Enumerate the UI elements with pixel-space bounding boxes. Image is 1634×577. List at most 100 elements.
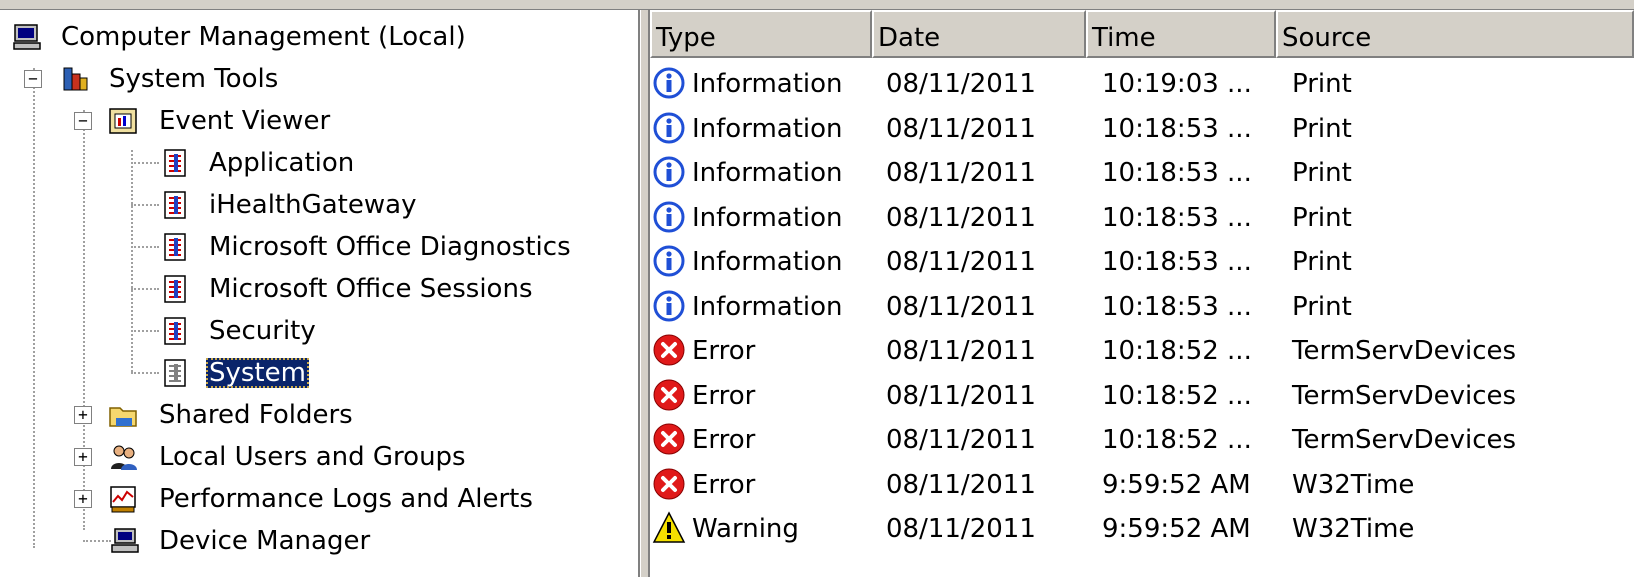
tree-item-office-diagnostics[interactable]: Microsoft Office Diagnostics (0, 226, 638, 268)
cell-source: Print (1292, 202, 1352, 233)
table-row[interactable]: Information 08/11/2011 10:18:53 ... Print (650, 196, 1634, 240)
event-log-icon (164, 275, 186, 303)
table-row[interactable]: Information 08/11/2011 10:18:53 ... Print (650, 285, 1634, 329)
cell-date: 08/11/2011 (886, 469, 1036, 500)
cell-date: 08/11/2011 (886, 425, 1036, 455)
tree-item-label: Application (209, 148, 355, 178)
event-log-icon (164, 233, 186, 261)
cell-source: Print (1292, 247, 1352, 277)
tree-item-performance-logs[interactable]: + Performance Logs and Alerts (0, 478, 638, 520)
column-header-source[interactable]: Source (1276, 10, 1634, 58)
tree-item-label: Device Manager (159, 526, 371, 556)
column-header-time[interactable]: Time (1086, 10, 1276, 58)
tree-item-label: Event Viewer (159, 106, 331, 136)
cell-type: Information (692, 202, 843, 233)
performance-icon (110, 486, 136, 513)
cell-type: Information (692, 158, 843, 188)
cell-time: 10:18:53 ... (1102, 291, 1252, 322)
tree-item-computer-management[interactable]: Computer Management (Local) (0, 16, 638, 58)
tree-item-application[interactable]: Application (0, 142, 638, 184)
tree-item-label: Microsoft Office Diagnostics (209, 232, 571, 262)
tree-item-label: Microsoft Office Sessions (209, 274, 533, 304)
cell-source: W32Time (1292, 469, 1415, 500)
event-log-icon (164, 359, 186, 387)
cell-date: 08/11/2011 (886, 113, 1036, 144)
collapse-toggle[interactable]: − (24, 70, 42, 88)
cell-time: 9:59:52 AM (1102, 469, 1251, 500)
column-header-date[interactable]: Date (872, 10, 1086, 58)
cell-time: 10:19:03 ... (1102, 69, 1252, 99)
tree-item-local-users-groups[interactable]: + Local Users and Groups (0, 436, 638, 478)
top-frame-strip (0, 0, 1634, 10)
cell-date: 08/11/2011 (886, 336, 1036, 366)
cell-source: Print (1292, 158, 1352, 188)
cell-source: W32Time (1292, 514, 1415, 544)
event-log-icon (164, 317, 186, 345)
table-row[interactable]: Information 08/11/2011 10:18:53 ... Print (650, 151, 1634, 195)
tree-item-label: Computer Management (Local) (61, 22, 466, 52)
table-row[interactable]: Information 08/11/2011 10:18:53 ... Print (650, 107, 1634, 151)
cell-type: Information (692, 247, 843, 277)
expand-toggle[interactable]: + (74, 406, 92, 424)
cell-date: 08/11/2011 (886, 158, 1036, 188)
pane-splitter[interactable] (640, 10, 650, 577)
table-row[interactable]: Error 08/11/2011 10:18:52 ... TermServDevic… (650, 374, 1634, 418)
expand-toggle[interactable]: + (74, 448, 92, 466)
tree-item-ihealthgateway[interactable]: iHealthGateway (0, 184, 638, 226)
event-log-icon (164, 149, 186, 177)
cell-source: Print (1292, 291, 1352, 322)
cell-time: 10:18:53 ... (1102, 113, 1252, 144)
table-row[interactable]: Error 08/11/2011 10:18:52 ... TermServDevic… (650, 418, 1634, 462)
cell-date: 08/11/2011 (886, 514, 1036, 544)
console-tree[interactable]: Computer Management (Local) − System Too… (0, 10, 640, 577)
users-icon (111, 445, 137, 470)
tree-item-system-tools[interactable]: − System Tools (0, 58, 638, 100)
cell-type: Error (692, 425, 756, 455)
cell-type: Warning (692, 514, 799, 544)
cell-date: 08/11/2011 (886, 69, 1036, 99)
table-row[interactable]: Information 08/11/2011 10:19:03 ... Print (650, 62, 1634, 106)
tree-item-office-sessions[interactable]: Microsoft Office Sessions (0, 268, 638, 310)
cell-source: TermServDevices (1292, 336, 1517, 366)
cell-source: TermServDevices (1292, 425, 1517, 455)
cell-date: 08/11/2011 (886, 380, 1036, 411)
folder-icon (109, 407, 137, 427)
tree-item-system[interactable]: System (0, 352, 638, 394)
column-header-type[interactable]: Type (650, 10, 872, 58)
computer-icon (13, 24, 41, 50)
tree-item-device-manager[interactable]: Device Manager (0, 520, 638, 562)
collapse-toggle[interactable]: − (74, 112, 92, 130)
tree-item-security[interactable]: Security (0, 310, 638, 352)
cell-type: Error (692, 336, 756, 366)
cell-type: Error (692, 380, 756, 411)
cell-source: Print (1292, 113, 1352, 144)
table-row[interactable]: Information 08/11/2011 10:18:53 ... Print (650, 240, 1634, 284)
event-log-icon (164, 191, 186, 219)
cell-type: Information (692, 291, 843, 322)
cell-time: 10:18:52 ... (1102, 336, 1252, 366)
tree-item-label: Performance Logs and Alerts (159, 484, 533, 514)
tree-item-shared-folders[interactable]: + Shared Folders (0, 394, 638, 436)
table-row[interactable]: Error 08/11/2011 10:18:52 ... TermServDevic… (650, 329, 1634, 373)
event-list[interactable]: Type Date Time Source Information 08/11/2… (650, 10, 1634, 577)
tree-item-label: System Tools (109, 64, 279, 94)
tree-item-event-viewer[interactable]: − Event Viewer (0, 100, 638, 142)
cell-time: 10:18:52 ... (1102, 380, 1252, 411)
cell-time: 10:18:52 ... (1102, 425, 1252, 455)
tree-item-label-selected: System (206, 358, 309, 388)
table-row[interactable]: Error 08/11/2011 9:59:52 AM W32Time (650, 463, 1634, 507)
expand-toggle[interactable]: + (74, 490, 92, 508)
tree-item-label: iHealthGateway (209, 190, 417, 220)
cell-type: Error (692, 469, 756, 500)
cell-time: 9:59:52 AM (1102, 514, 1251, 544)
tree-item-label: Local Users and Groups (159, 442, 466, 472)
cell-type: Information (692, 113, 843, 144)
cell-date: 08/11/2011 (886, 202, 1036, 233)
cell-time: 10:18:53 ... (1102, 202, 1252, 233)
table-row[interactable]: Warning 08/11/2011 9:59:52 AM W32Time (650, 507, 1634, 551)
toolbox-icon (63, 67, 88, 91)
event-viewer-icon (109, 108, 137, 134)
tree-item-label: Shared Folders (159, 400, 353, 430)
cell-time: 10:18:53 ... (1102, 247, 1252, 277)
tree-item-label: Security (209, 316, 316, 346)
